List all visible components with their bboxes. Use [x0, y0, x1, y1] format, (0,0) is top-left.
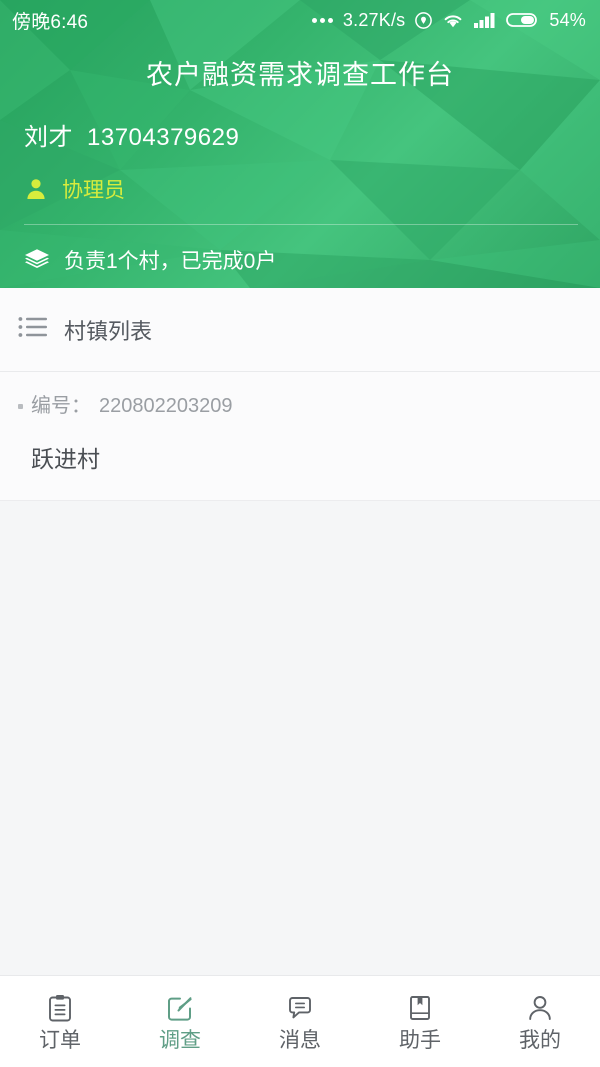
- user-name: 刘才: [24, 124, 73, 151]
- village-list-card: 村镇列表 编号： 220802203209 跃进村: [0, 288, 600, 501]
- village-code-value: 220802203209: [99, 395, 233, 417]
- assignment-summary-label: 负责1个村，已完成0户: [64, 250, 277, 273]
- app-header: 傍晚6:46 3.27K/s 54% 农户融资需求调查工作台 刘才 137043…: [0, 0, 600, 288]
- more-dots-icon: [311, 17, 333, 23]
- tab-messages-label: 消息: [279, 1028, 321, 1052]
- status-bar-indicators: 3.27K/s 54%: [311, 9, 586, 31]
- user-phone: 13704379629: [87, 124, 240, 151]
- edit-square-icon: [165, 993, 195, 1023]
- tab-orders[interactable]: 订单: [0, 976, 120, 1067]
- user-info-row: 刘才 13704379629: [0, 89, 600, 152]
- battery-percent-label: 54%: [549, 9, 586, 30]
- layers-icon: [24, 248, 50, 272]
- book-icon: [405, 993, 435, 1023]
- tab-profile[interactable]: 我的: [480, 976, 600, 1067]
- village-list-header[interactable]: 村镇列表: [0, 288, 600, 372]
- bottom-tab-bar: 订单 调查 消息 助手 我的: [0, 975, 600, 1067]
- tab-messages[interactable]: 消息: [240, 976, 360, 1067]
- chat-bubble-icon: [285, 993, 315, 1023]
- status-bar-clock: 傍晚6:46: [12, 11, 89, 33]
- list-icon: [18, 315, 48, 344]
- app-root: 傍晚6:46 3.27K/s 54% 农户融资需求调查工作台 刘才 137043…: [0, 0, 600, 1067]
- page-title: 农户融资需求调查工作台: [146, 60, 454, 90]
- user-role-row: 协理员: [0, 152, 600, 204]
- village-code-label: 编号：: [31, 395, 91, 417]
- list-item[interactable]: 编号： 220802203209 跃进村: [0, 372, 600, 501]
- assignment-summary-row: 负责1个村，已完成0户: [0, 225, 600, 275]
- village-list-title: 村镇列表: [64, 318, 153, 344]
- tab-survey[interactable]: 调查: [120, 976, 240, 1067]
- clipboard-icon: [45, 993, 75, 1023]
- tab-assistant[interactable]: 助手: [360, 976, 480, 1067]
- tab-orders-label: 订单: [39, 1028, 81, 1052]
- tab-assistant-label: 助手: [399, 1028, 441, 1052]
- network-speed-label: 3.27K/s: [342, 9, 406, 30]
- location-icon: [414, 11, 433, 30]
- village-name: 跃进村: [31, 446, 100, 472]
- status-bar: 傍晚6:46 3.27K/s 54%: [0, 0, 600, 40]
- signal-icon: [473, 11, 497, 29]
- village-code-row: 编号： 220802203209: [18, 394, 582, 418]
- person-icon: [24, 177, 48, 201]
- bullet-icon: [18, 404, 23, 409]
- tab-survey-label: 调查: [159, 1028, 201, 1052]
- tab-profile-label: 我的: [519, 1028, 561, 1052]
- person-outline-icon: [525, 993, 555, 1023]
- wifi-icon: [442, 11, 464, 29]
- user-role-label: 协理员: [62, 179, 125, 202]
- content-area: 村镇列表 编号： 220802203209 跃进村: [0, 288, 600, 975]
- battery-icon: [506, 11, 540, 29]
